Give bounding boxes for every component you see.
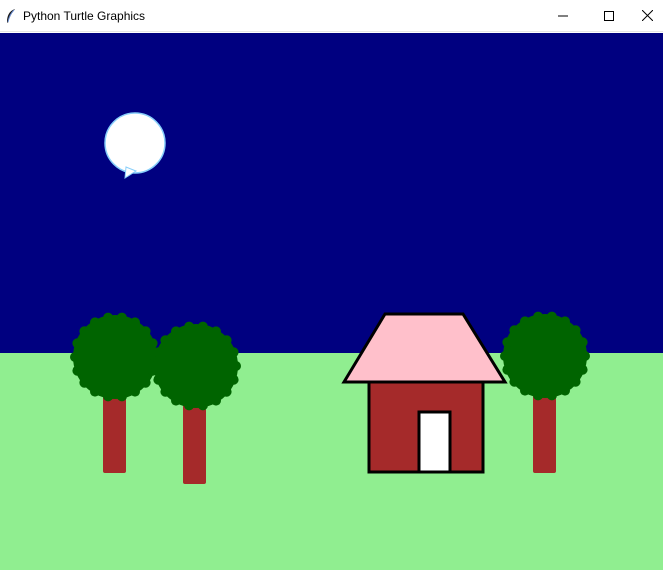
foliage-scallop bbox=[502, 364, 513, 375]
foliage-scallop bbox=[72, 365, 83, 376]
foliage-scallop bbox=[560, 316, 570, 327]
foliage-scallop bbox=[197, 400, 208, 411]
foliage-scallop bbox=[171, 326, 181, 337]
foliage-scallop bbox=[520, 385, 530, 396]
foliage-scallop bbox=[70, 352, 80, 362]
foliage-scallop bbox=[90, 317, 100, 328]
foliage-scallop bbox=[509, 325, 520, 336]
title-bar[interactable]: Python Turtle Graphics bbox=[0, 0, 663, 32]
foliage-scallop bbox=[211, 326, 221, 337]
window-title: Python Turtle Graphics bbox=[23, 9, 146, 23]
foliage-scallop bbox=[147, 338, 158, 349]
foliage-scallop bbox=[560, 385, 570, 396]
foliage-scallop bbox=[103, 391, 114, 402]
foliage-scallop bbox=[116, 391, 127, 402]
foliage-scallop bbox=[153, 374, 164, 385]
minimize-button[interactable] bbox=[540, 0, 586, 31]
foliage-scallop bbox=[546, 311, 557, 322]
foliage-scallop bbox=[221, 335, 232, 346]
foliage-scallop bbox=[153, 347, 164, 358]
foliage-scallop bbox=[140, 377, 151, 388]
maximize-button[interactable] bbox=[586, 0, 632, 31]
foliage-scallop bbox=[231, 361, 241, 371]
foliage-scallop bbox=[130, 386, 140, 397]
foliage-scallop bbox=[197, 321, 208, 332]
foliage-scallop bbox=[580, 351, 590, 361]
foliage-scallop bbox=[228, 347, 239, 358]
foliage-scallop bbox=[130, 317, 140, 328]
minimize-icon bbox=[558, 15, 568, 16]
turtle-window: Python Turtle Graphics bbox=[0, 0, 663, 570]
foliage-scallop bbox=[151, 361, 161, 371]
night-sky bbox=[0, 33, 663, 353]
foliage-scallop bbox=[221, 386, 232, 397]
close-button[interactable] bbox=[632, 0, 663, 31]
foliage-scallop bbox=[90, 386, 100, 397]
foliage-scallop bbox=[520, 316, 530, 327]
foliage-scallop bbox=[502, 337, 513, 348]
feather-icon bbox=[5, 8, 17, 24]
foliage-scallop bbox=[160, 335, 171, 346]
foliage-scallop bbox=[570, 325, 581, 336]
foliage-scallop bbox=[533, 390, 544, 401]
foliage-scallop bbox=[228, 374, 239, 385]
foliage-scallop bbox=[546, 390, 557, 401]
house-door bbox=[417, 410, 452, 474]
foliage-scallop bbox=[140, 326, 151, 337]
foliage-scallop bbox=[577, 337, 588, 348]
foliage-scallop bbox=[72, 338, 83, 349]
foliage-scallop bbox=[160, 386, 171, 397]
foliage-scallop bbox=[184, 321, 195, 332]
foliage-scallop bbox=[211, 395, 221, 406]
foliage-scallop bbox=[79, 377, 90, 388]
turtle-canvas[interactable] bbox=[0, 33, 663, 570]
foliage-scallop bbox=[509, 376, 520, 387]
maximize-icon bbox=[604, 10, 614, 21]
foliage-scallop bbox=[577, 364, 588, 375]
foliage-scallop bbox=[103, 312, 114, 323]
foliage-scallop bbox=[79, 326, 90, 337]
foliage-scallop bbox=[116, 312, 127, 323]
foliage-scallop bbox=[570, 376, 581, 387]
foliage-scallop bbox=[171, 395, 181, 406]
foliage-scallop bbox=[500, 351, 510, 361]
foliage-scallop bbox=[533, 311, 544, 322]
foliage-scallop bbox=[184, 400, 195, 411]
close-icon bbox=[642, 10, 653, 21]
